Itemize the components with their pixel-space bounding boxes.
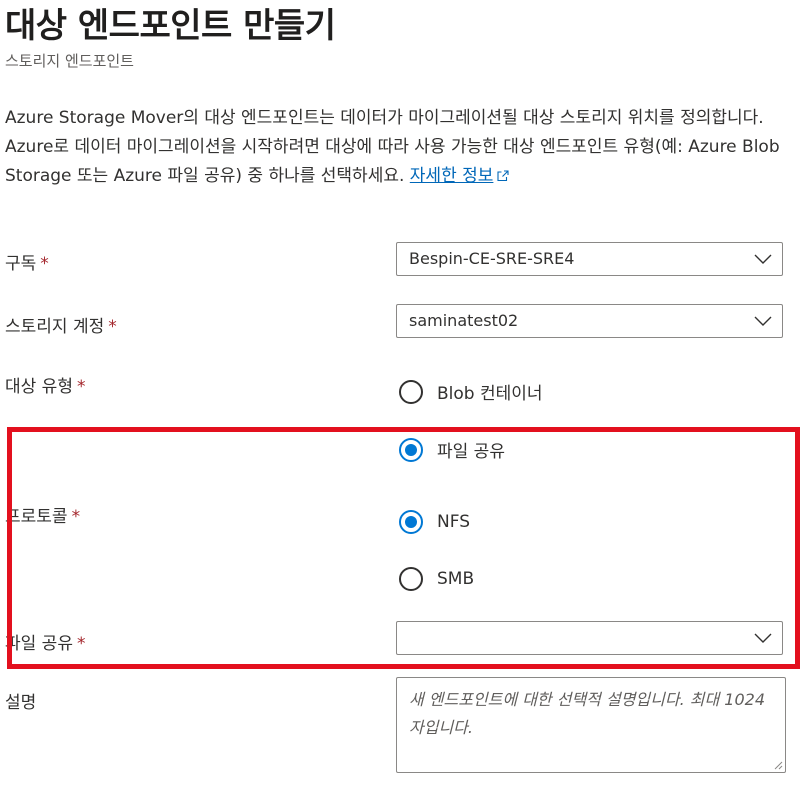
required-marker: * <box>108 317 117 337</box>
description-textarea[interactable]: 새 엔드포인트에 대한 선택적 설명입니다. 최대 1024자입니다. <box>396 677 786 773</box>
chevron-down-icon <box>754 316 772 326</box>
radio-blob-container[interactable]: Blob 컨테이너 <box>399 379 543 404</box>
description-field-label: 설명 <box>5 693 37 713</box>
description-body: Azure Storage Mover의 대상 엔드포인트는 데이터가 마이그레… <box>5 108 780 186</box>
required-marker: * <box>76 377 86 397</box>
storage-account-label: 스토리지 계정 * <box>5 312 117 337</box>
external-link-icon <box>497 170 509 182</box>
description-placeholder: 새 엔드포인트에 대한 선택적 설명입니다. 최대 1024자입니다. <box>409 690 766 737</box>
learn-more-label: 자세한 정보 <box>409 166 494 186</box>
subscription-dropdown[interactable]: Bespin-CE-SRE-SRE4 <box>396 242 783 276</box>
description-text: Azure Storage Mover의 대상 엔드포인트는 데이터가 마이그레… <box>5 104 795 191</box>
subscription-label-text: 구독 <box>5 254 37 274</box>
chevron-down-icon <box>754 254 772 264</box>
radio-circle[interactable] <box>399 379 423 404</box>
page-title: 대상 엔드포인트 만들기 <box>5 6 336 46</box>
highlight-annotation-box <box>7 427 800 669</box>
target-type-label-text: 대상 유형 <box>5 377 73 397</box>
storage-account-dropdown[interactable]: saminatest02 <box>396 304 783 338</box>
storage-account-label-text: 스토리지 계정 <box>5 317 105 337</box>
page-subtitle: 스토리지 엔드포인트 <box>5 52 134 70</box>
resize-grip-icon[interactable] <box>773 760 783 770</box>
subscription-value: Bespin-CE-SRE-SRE4 <box>409 249 575 268</box>
subscription-label: 구독 * <box>5 249 49 274</box>
required-marker: * <box>40 254 49 274</box>
storage-account-value: saminatest02 <box>409 311 519 330</box>
learn-more-link[interactable]: 자세한 정보 <box>410 166 494 186</box>
radio-label: Blob 컨테이너 <box>437 384 543 404</box>
target-type-label: 대상 유형 * <box>5 372 85 397</box>
